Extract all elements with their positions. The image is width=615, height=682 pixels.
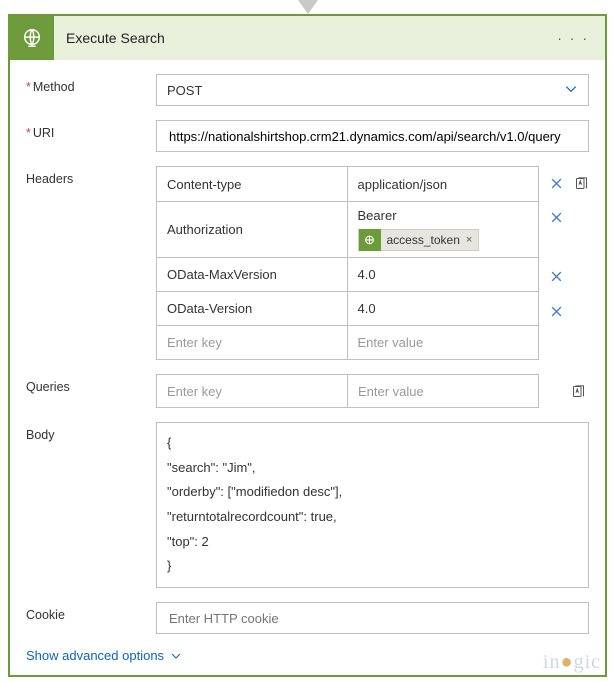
- chevron-down-icon: [170, 650, 182, 662]
- delete-row-button[interactable]: [545, 166, 567, 201]
- query-value-input[interactable]: Enter value: [348, 375, 538, 407]
- header-value[interactable]: application/json: [348, 167, 539, 201]
- more-menu-button[interactable]: · · ·: [551, 30, 595, 46]
- header-key[interactable]: Content-type: [157, 167, 348, 201]
- header-value[interactable]: 4.0: [348, 292, 539, 325]
- header-key-input[interactable]: Enter key: [157, 326, 348, 359]
- header-row: Content-type application/json: [157, 167, 538, 201]
- header-value-input[interactable]: Enter value: [348, 326, 539, 359]
- method-label: Method: [26, 74, 156, 94]
- cookie-input[interactable]: [156, 602, 589, 634]
- globe-icon: [359, 229, 381, 251]
- headers-label: Headers: [26, 166, 156, 186]
- body-label: Body: [26, 422, 156, 442]
- chevron-down-icon: [564, 82, 578, 99]
- body-input[interactable]: { "search": "Jim", "orderby": ["modified…: [156, 422, 589, 588]
- header-key[interactable]: OData-Version: [157, 292, 348, 325]
- header-value[interactable]: 4.0: [348, 258, 539, 291]
- switch-mode-button[interactable]: [567, 374, 589, 408]
- action-header: Execute Search · · ·: [10, 16, 605, 60]
- connector-arrow-icon: [298, 0, 318, 14]
- header-row: OData-MaxVersion 4.0: [157, 257, 538, 291]
- remove-token-button[interactable]: ×: [466, 234, 472, 246]
- switch-mode-button[interactable]: [570, 166, 592, 201]
- delete-row-button[interactable]: [545, 259, 567, 294]
- queries-label: Queries: [26, 374, 156, 394]
- show-advanced-link[interactable]: Show advanced options: [26, 648, 182, 663]
- header-key[interactable]: OData-MaxVersion: [157, 258, 348, 291]
- queries-table: Enter key Enter value: [156, 374, 539, 408]
- cookie-label: Cookie: [26, 602, 156, 622]
- cookie-value[interactable]: [167, 610, 578, 627]
- delete-row-button[interactable]: [545, 294, 567, 329]
- method-value: POST: [167, 83, 202, 98]
- query-key-input[interactable]: Enter key: [157, 375, 348, 407]
- headers-table: Content-type application/json Authorizat…: [156, 166, 539, 360]
- bearer-label: Bearer: [358, 208, 397, 223]
- token-name: access_token: [387, 233, 460, 247]
- method-select[interactable]: POST: [156, 74, 589, 106]
- uri-label: URI: [26, 120, 156, 140]
- globe-icon: [10, 16, 54, 60]
- action-card: Execute Search · · · Method POST URI: [8, 14, 607, 677]
- header-row: OData-Version 4.0: [157, 291, 538, 325]
- uri-input[interactable]: [156, 120, 589, 152]
- header-key[interactable]: Authorization: [157, 202, 348, 257]
- header-row: Authorization Bearer access_tok: [157, 201, 538, 257]
- header-value[interactable]: Bearer access_token ×: [348, 202, 539, 257]
- header-row-empty: Enter key Enter value: [157, 325, 538, 359]
- token-chip[interactable]: access_token ×: [358, 229, 480, 251]
- delete-row-button[interactable]: [545, 201, 567, 259]
- action-title: Execute Search: [54, 30, 551, 46]
- uri-value[interactable]: [167, 128, 578, 145]
